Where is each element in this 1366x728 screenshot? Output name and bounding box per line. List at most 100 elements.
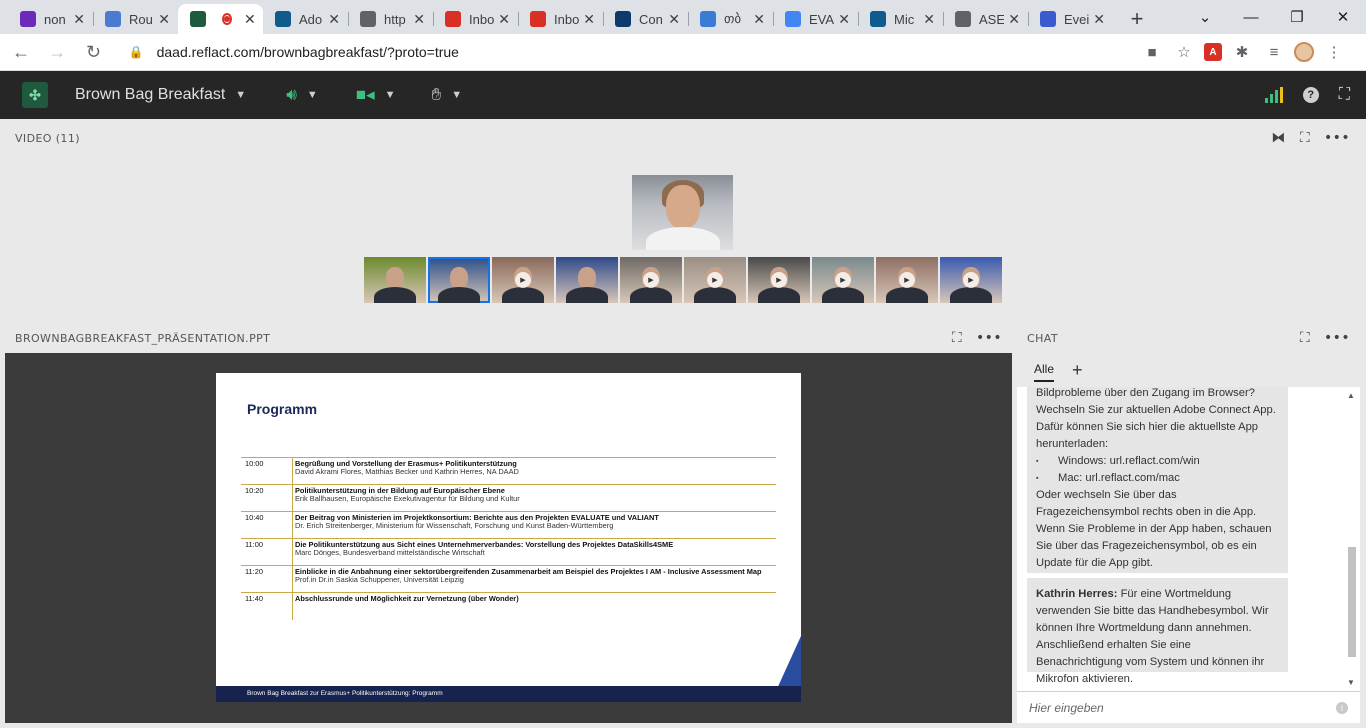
close-tab-icon[interactable]: ✕ (498, 11, 510, 28)
speaker-icon[interactable]: 🔊︎ (286, 85, 297, 105)
browser-tab[interactable]: Ado ✕ (263, 4, 348, 34)
raise-hand-control[interactable]: ✋︎ ▼ (432, 85, 463, 105)
close-window-button[interactable]: ✕ (1320, 8, 1366, 26)
video-thumbnail[interactable]: ▶ (876, 257, 938, 303)
pdf-extension-icon[interactable]: A (1204, 43, 1222, 61)
raise-hand-icon[interactable]: ✋︎ (432, 85, 442, 105)
extensions-puzzle-icon[interactable]: ✱ (1230, 40, 1254, 64)
minimize-button[interactable]: — (1228, 9, 1274, 26)
more-options-icon[interactable]: ••• (1324, 330, 1350, 346)
browser-tab[interactable]: http ✕ (348, 4, 433, 34)
video-thumbnail[interactable] (364, 257, 426, 303)
close-tab-icon[interactable]: ✕ (73, 11, 85, 28)
browser-tab-title[interactable]: http (384, 12, 409, 27)
scroll-up-arrow-icon[interactable]: ▲ (1347, 391, 1355, 400)
close-tab-icon[interactable]: ✕ (923, 11, 935, 28)
presentation-slide[interactable]: Programm 10:00 Begrüßung und Vorstellung … (216, 373, 801, 702)
media-control-icon[interactable]: ≡ (1262, 40, 1286, 64)
main-video-feed[interactable] (632, 175, 733, 250)
close-tab-icon[interactable]: ✕ (1093, 11, 1105, 28)
video-thumbnail[interactable]: ▶ (620, 257, 682, 303)
lock-icon[interactable]: 🔒 (129, 45, 145, 59)
video-thumbnail[interactable]: ▶ (684, 257, 746, 303)
play-icon[interactable]: ▶ (643, 272, 659, 288)
fullscreen-icon[interactable]: ⛶ (1339, 86, 1350, 104)
chat-link-windows[interactable]: Windows: url.reflact.com/win (1036, 453, 1279, 470)
browser-tab-title[interactable]: Evei (1064, 12, 1089, 27)
chat-input-placeholder[interactable]: Hier eingeben (1029, 701, 1104, 715)
video-thumbnail[interactable]: ▶ (812, 257, 874, 303)
tab-alle[interactable]: Alle (1034, 362, 1055, 382)
play-icon[interactable]: ▶ (771, 272, 787, 288)
close-tab-icon[interactable]: ✕ (158, 11, 170, 28)
chat-input[interactable]: Hier eingeben i (1017, 691, 1360, 723)
video-thumbnail[interactable]: ▶ (748, 257, 810, 303)
play-icon[interactable]: ▶ (835, 272, 851, 288)
meeting-title[interactable]: Brown Bag Breakfast (75, 86, 225, 104)
profile-avatar[interactable] (1294, 42, 1314, 62)
play-icon[interactable]: ▶ (515, 272, 531, 288)
url-text[interactable]: daad.reflact.com/brownbagbreakfast/?prot… (157, 44, 459, 60)
browser-tab[interactable]: თბ ✕ (688, 4, 773, 34)
maximize-pod-icon[interactable]: ⛶ (952, 330, 962, 346)
browser-tab[interactable]: EVA ✕ (773, 4, 858, 34)
chevron-down-icon[interactable]: ▼ (451, 89, 462, 101)
browser-tab[interactable]: ✕ (178, 4, 263, 34)
browser-tab-title[interactable]: Ado (299, 12, 324, 27)
browser-tab[interactable]: Con ✕ (603, 4, 688, 34)
browser-tab[interactable]: Evei ✕ (1028, 4, 1113, 34)
connection-signal-icon[interactable] (1264, 87, 1283, 103)
browser-tab[interactable]: Inbo ✕ (433, 4, 518, 34)
play-icon[interactable]: ▶ (963, 272, 979, 288)
info-icon[interactable]: i (1336, 701, 1348, 714)
back-button[interactable]: ← (6, 42, 36, 63)
video-thumbnail[interactable] (556, 257, 618, 303)
play-icon[interactable]: ▶ (707, 272, 723, 288)
mirror-icon[interactable]: ⧓ (1271, 130, 1285, 146)
chevron-down-icon[interactable]: ▼ (307, 89, 318, 101)
close-tab-icon[interactable]: ✕ (413, 11, 425, 28)
camera-icon[interactable]: ■ (1140, 40, 1164, 64)
chat-link-mac[interactable]: Mac: url.reflact.com/mac (1036, 470, 1279, 487)
chevron-down-icon[interactable]: ▼ (385, 89, 396, 101)
url-field[interactable]: 🔒 daad.reflact.com/brownbagbreakfast/?pr… (121, 38, 1140, 66)
help-icon[interactable]: ? (1302, 87, 1319, 103)
close-tab-icon[interactable]: ✕ (838, 11, 850, 28)
close-tab-icon[interactable]: ✕ (244, 11, 256, 28)
more-options-icon[interactable]: ••• (976, 330, 1002, 346)
new-tab-button[interactable]: + (1121, 4, 1153, 34)
browser-tab-title[interactable]: Inbo (469, 12, 494, 27)
speaker-control[interactable]: 🔊︎ ▼ (286, 85, 318, 105)
maximize-pod-icon[interactable]: ⛶ (1300, 330, 1310, 346)
browser-tab-title[interactable]: ASE (979, 12, 1004, 27)
browser-tab[interactable]: Rou ✕ (93, 4, 178, 34)
more-options-icon[interactable]: ••• (1324, 130, 1350, 146)
browser-tab-title[interactable]: Con (639, 12, 664, 27)
browser-tab[interactable]: Inbo ✕ (518, 4, 603, 34)
browser-tab-title[interactable]: non (44, 12, 69, 27)
scrollbar-thumb[interactable] (1348, 547, 1356, 657)
video-thumbnail[interactable]: ▶ (940, 257, 1002, 303)
tab-search-icon[interactable]: ⌄ (1182, 8, 1228, 26)
reload-button[interactable]: ↻ (78, 42, 108, 63)
close-tab-icon[interactable]: ✕ (328, 11, 340, 28)
browser-tab-title[interactable]: Mic (894, 12, 919, 27)
browser-tab[interactable]: Mic ✕ (858, 4, 943, 34)
video-camera-icon[interactable]: ■◂ (356, 85, 375, 105)
play-icon[interactable]: ▶ (899, 272, 915, 288)
close-tab-icon[interactable]: ✕ (668, 11, 680, 28)
browser-menu-icon[interactable]: ⋮ (1322, 40, 1346, 64)
chevron-down-icon[interactable]: ▼ (235, 89, 246, 101)
video-thumbnail[interactable] (428, 257, 490, 303)
browser-tab-title[interactable]: თბ (724, 11, 749, 27)
bookmark-star-icon[interactable]: ☆ (1172, 40, 1196, 64)
camera-control[interactable]: ■◂ ▼ (356, 85, 396, 105)
maximize-pod-icon[interactable]: ⛶ (1300, 130, 1310, 146)
browser-tab-title[interactable]: Rou (129, 12, 154, 27)
restore-button[interactable]: ❐ (1274, 8, 1320, 26)
browser-tab[interactable]: non ✕ (8, 4, 93, 34)
close-tab-icon[interactable]: ✕ (753, 11, 765, 28)
browser-tab[interactable]: ASE ✕ (943, 4, 1028, 34)
video-thumbnail[interactable]: ▶ (492, 257, 554, 303)
scroll-down-arrow-icon[interactable]: ▼ (1347, 678, 1355, 687)
